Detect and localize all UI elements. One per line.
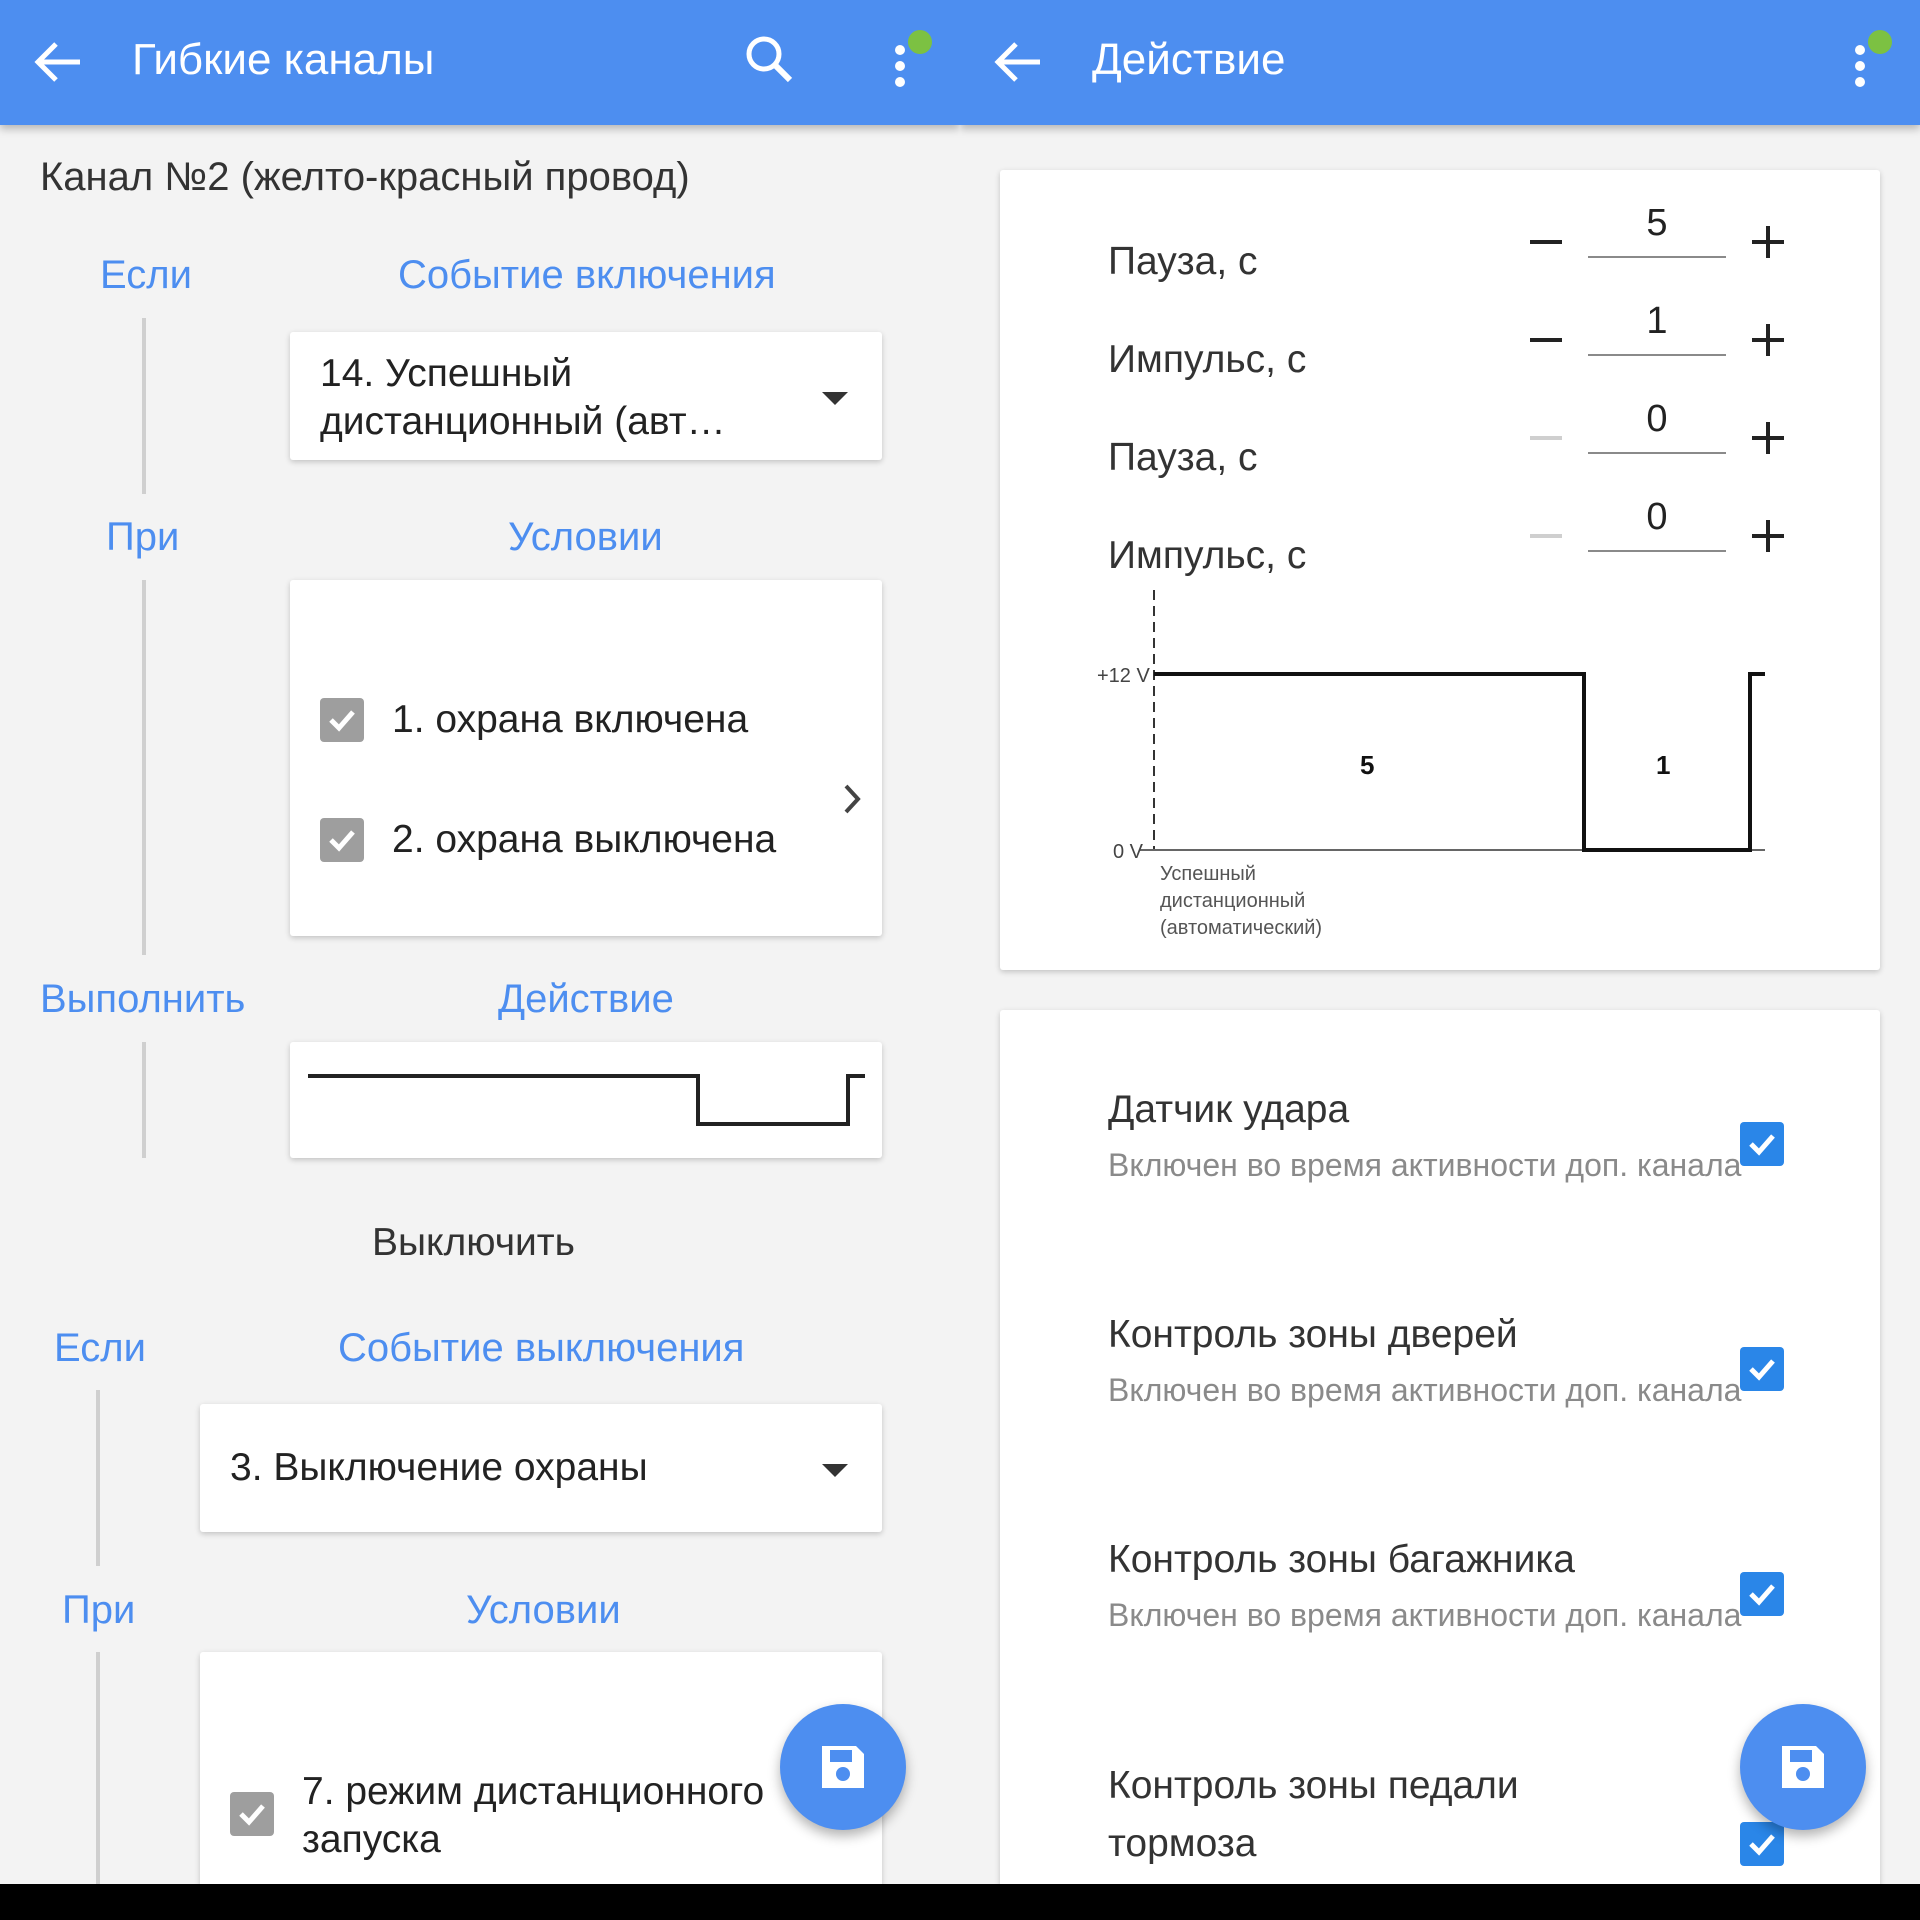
param-label: Импульс, с [1108,338,1307,381]
action-screen: Действие Пауза, с 5 Импульс, с 1 Пауза, … [960,0,1920,1884]
on-event-label: Событие включения [398,253,776,297]
when-label: При [62,1588,136,1632]
if-label: Если [54,1326,146,1370]
minus-button-disabled[interactable] [1524,514,1568,558]
waveform-preview [308,1074,865,1126]
chevron-right-icon [844,784,861,814]
flow-line [142,1042,146,1158]
flow-line [142,318,146,494]
timing-params-card: Пауза, с 5 Импульс, с 1 Пауза, с 0 Импул… [1000,170,1880,970]
param-label: Пауза, с [1108,240,1258,283]
off-event-label: Событие выключения [338,1326,745,1370]
plus-button[interactable] [1746,318,1790,362]
setting-title: Контроль зоны багажника [1108,1538,1575,1581]
condition-checkbox[interactable] [320,698,364,742]
param-label: Пауза, с [1108,436,1258,479]
more-menu-icon[interactable] [1840,28,1910,98]
waveform-diagram: +12 V 0 V 5 1 Успешный дистанционный (ав… [1097,590,1765,939]
plus-button[interactable] [1746,514,1790,558]
pause-duration-label: 5 [1360,750,1374,780]
plus-button[interactable] [1746,220,1790,264]
y-low-label: 0 V [1113,841,1144,863]
action-label: Действие [498,977,674,1021]
pulse-input[interactable]: 0 [1588,492,1726,552]
search-icon[interactable] [740,30,800,90]
condition-text: 7. режим дистанционного запуска [302,1770,765,1861]
flow-line [142,580,146,955]
save-fab-button[interactable] [780,1704,906,1830]
event-caption-line: Успешный [1160,863,1256,885]
save-icon [1782,1746,1824,1788]
condition-text: 2. охрана выключена [392,818,777,861]
dropdown-caret-icon [822,392,848,405]
save-fab-button[interactable] [1740,1704,1866,1830]
screen-title: Действие [1092,35,1286,84]
on-event-value: 14. Успешный дистанционный (авт… [320,352,726,443]
back-arrow-icon[interactable] [28,32,88,92]
signal-trace [1154,672,1765,852]
app-bar: Гибкие каналы [0,0,960,125]
action-waveform-card[interactable] [290,1042,882,1158]
pause-input[interactable]: 5 [1588,198,1726,258]
flow-line [96,1390,100,1566]
minus-button[interactable] [1524,220,1568,264]
on-conditions-card[interactable]: 1. охрана включена 2. охрана выключена [290,580,882,936]
on-conditions-label: Условии [508,515,663,559]
screen-title: Гибкие каналы [132,35,435,84]
dropdown-caret-icon [822,1464,848,1477]
setting-checkbox[interactable] [1740,1822,1784,1866]
condition-checkbox[interactable] [230,1792,274,1836]
pulse-duration-label: 1 [1656,750,1670,780]
setting-subtitle: Включен во время активности доп. канала [1108,1147,1742,1183]
back-arrow-icon[interactable] [988,32,1048,92]
off-event-dropdown[interactable]: 3. Выключение охраны [200,1404,882,1532]
setting-subtitle: Включен во время активности доп. канала [1108,1372,1742,1408]
on-event-dropdown[interactable]: 14. Успешный дистанционный (авт… [290,332,882,460]
pulse-input[interactable]: 1 [1588,296,1726,356]
flow-line [96,1652,100,1884]
setting-checkbox[interactable] [1740,1122,1784,1166]
more-menu-icon[interactable] [870,28,940,98]
setting-title: Контроль зоны дверей [1108,1313,1518,1356]
save-icon [822,1746,864,1788]
setting-checkbox[interactable] [1740,1347,1784,1391]
condition-checkbox[interactable] [320,818,364,862]
when-label: При [106,515,180,559]
setting-title: Датчик удара [1108,1088,1350,1131]
pause-input[interactable]: 0 [1588,394,1726,454]
event-caption-line: дистанционный [1160,890,1305,912]
setting-checkbox[interactable] [1740,1572,1784,1616]
app-bar: Действие [960,0,1920,125]
setting-title: Контроль зоны педали тормоза [1108,1764,1519,1865]
channel-title: Канал №2 (желто-красный провод) [40,155,690,199]
setting-subtitle: Включен во время активности доп. канала [1108,1597,1742,1633]
y-high-label: +12 V [1097,665,1150,687]
off-conditions-label: Условии [466,1588,621,1632]
condition-text: 1. охрана включена [392,698,749,741]
turn-off-heading: Выключить [372,1221,575,1264]
minus-button-disabled[interactable] [1524,416,1568,460]
param-label: Импульс, с [1108,534,1307,577]
off-event-value: 3. Выключение охраны [230,1446,648,1489]
if-label: Если [100,253,192,297]
execute-label: Выполнить [40,977,246,1021]
event-caption-line: (автоматический) [1160,917,1322,939]
plus-button[interactable] [1746,416,1790,460]
minus-button[interactable] [1524,318,1568,362]
flexible-channels-screen: Гибкие каналы Канал №2 (желто-красный пр… [0,0,960,1884]
